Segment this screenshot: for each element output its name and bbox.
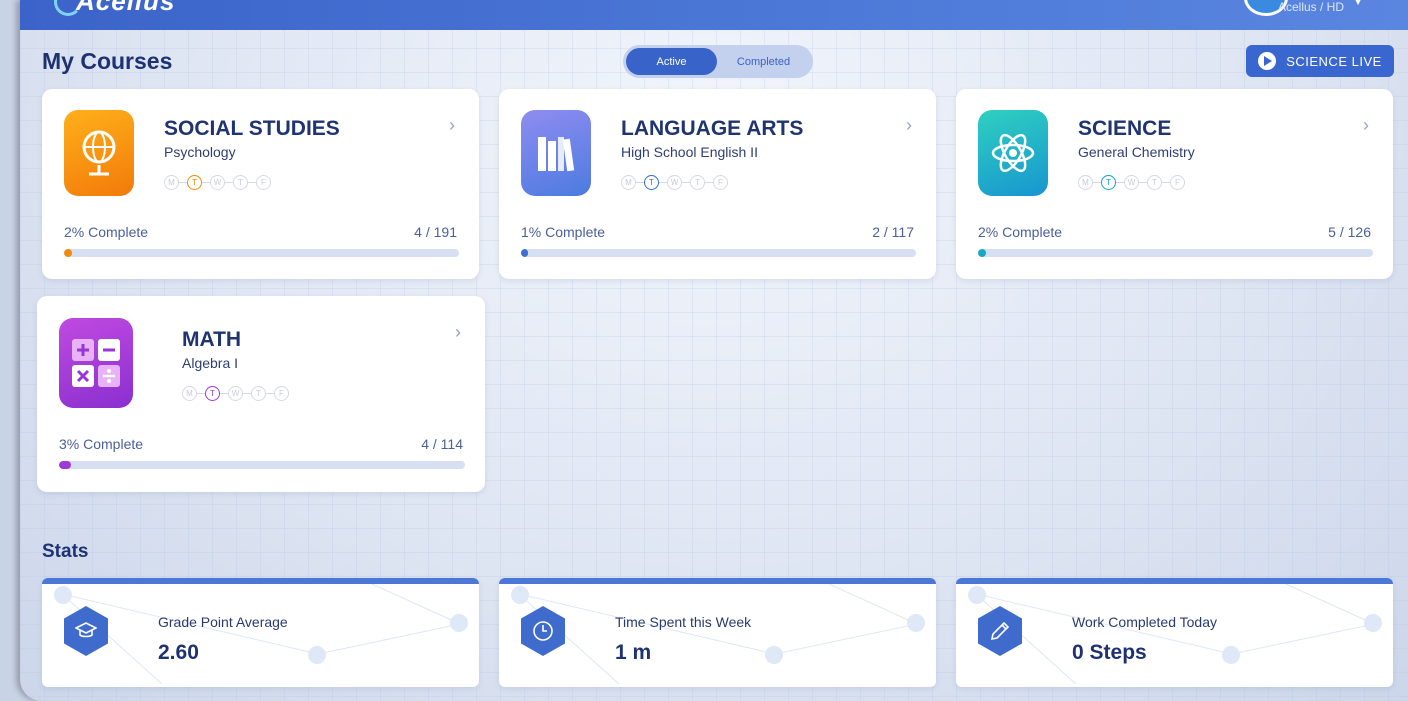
day-indicator: W [210,175,225,190]
day-indicator: T [1147,175,1162,190]
app-frame: Acellus Acellus / HD ▼ My Courses Active… [20,0,1408,701]
day-indicator: F [274,386,289,401]
day-indicator: T [251,386,266,401]
day-indicator: T [233,175,248,190]
chevron-right-icon[interactable]: › [1363,115,1369,136]
course-subtitle: High School English II [621,144,758,160]
course-title: LANGUAGE ARTS [621,117,804,140]
day-indicator-today: T [1101,175,1116,190]
tab-active[interactable]: Active [626,48,717,75]
progress-bar [59,461,465,469]
top-bar: Acellus Acellus / HD ▼ [20,0,1408,30]
stat-value: 0 Steps [1072,641,1147,664]
stat-value: 2.60 [158,641,199,664]
progress-count: 4 / 191 [414,224,457,240]
course-card-math[interactable]: MATH Algebra I › M T W T F 3% Complete 4… [37,296,485,492]
science-live-label: SCIENCE LIVE [1286,53,1382,69]
course-subtitle: General Chemistry [1078,144,1195,160]
progress-percent: 2% Complete [978,224,1063,240]
profile-label: Acellus / HD [1277,0,1344,14]
course-subtitle: Psychology [164,144,236,160]
day-indicator: F [713,175,728,190]
stat-label: Time Spent this Week [615,614,752,630]
day-indicator: T [690,175,705,190]
page-title: My Courses [42,48,173,74]
stats-heading: Stats [42,541,89,562]
course-card-science[interactable]: SCIENCE General Chemistry › M T W T F 2%… [956,89,1393,279]
tab-completed[interactable]: Completed [717,48,810,75]
math-operators-icon [59,318,133,408]
day-indicator: F [256,175,271,190]
course-card-social-studies[interactable]: SOCIAL STUDIES Psychology › M T W T F 2%… [42,89,479,279]
stat-label: Work Completed Today [1072,614,1217,630]
day-indicator: W [228,386,243,401]
play-icon [1258,52,1277,70]
chevron-down-icon[interactable]: ▼ [1352,0,1364,8]
day-indicator-today: T [205,386,220,401]
science-live-button[interactable]: SCIENCE LIVE [1246,45,1394,77]
course-subtitle: Algebra I [182,355,239,371]
progress-count: 2 / 117 [872,224,914,240]
weekday-schedule: M T W T F [182,386,289,401]
chevron-right-icon[interactable]: › [906,115,912,136]
progress-bar [978,249,1373,257]
progress-percent: 2% Complete [64,224,149,240]
course-filter-toggle: Active Completed [623,45,813,78]
course-card-language-arts[interactable]: LANGUAGE ARTS High School English II › M… [499,89,936,279]
day-indicator: M [164,175,179,190]
course-title: MATH [182,328,242,351]
day-indicator: W [667,175,682,190]
progress-percent: 3% Complete [59,436,144,452]
progress-bar [64,249,459,257]
course-title: SCIENCE [1078,117,1172,140]
day-indicator: F [1170,175,1185,190]
day-indicator: M [1078,175,1093,190]
day-indicator: M [182,386,197,401]
day-indicator-today: T [187,175,202,190]
progress-count: 5 / 126 [1328,224,1371,240]
course-title: SOCIAL STUDIES [164,117,340,140]
atom-icon [978,110,1048,196]
stat-label: Grade Point Average [158,614,288,630]
day-indicator: W [1124,175,1139,190]
books-icon [521,110,591,196]
day-indicator: M [621,175,636,190]
stat-value: 1 m [615,641,652,664]
chevron-right-icon[interactable]: › [455,322,461,343]
day-indicator-today: T [644,175,659,190]
globe-icon [64,110,134,196]
weekday-schedule: M T W T F [621,175,728,190]
weekday-schedule: M T W T F [1078,175,1185,190]
stat-card-time-spent: Time Spent this Week 1 m [499,578,936,687]
chevron-right-icon[interactable]: › [449,115,455,136]
progress-bar [521,249,916,257]
stat-card-gpa: Grade Point Average 2.60 [42,578,479,687]
progress-count: 4 / 114 [421,436,463,452]
acellus-logo[interactable]: Acellus [54,0,175,16]
weekday-schedule: M T W T F [164,175,271,190]
progress-percent: 1% Complete [521,224,606,240]
stat-card-work-completed: Work Completed Today 0 Steps [956,578,1393,687]
